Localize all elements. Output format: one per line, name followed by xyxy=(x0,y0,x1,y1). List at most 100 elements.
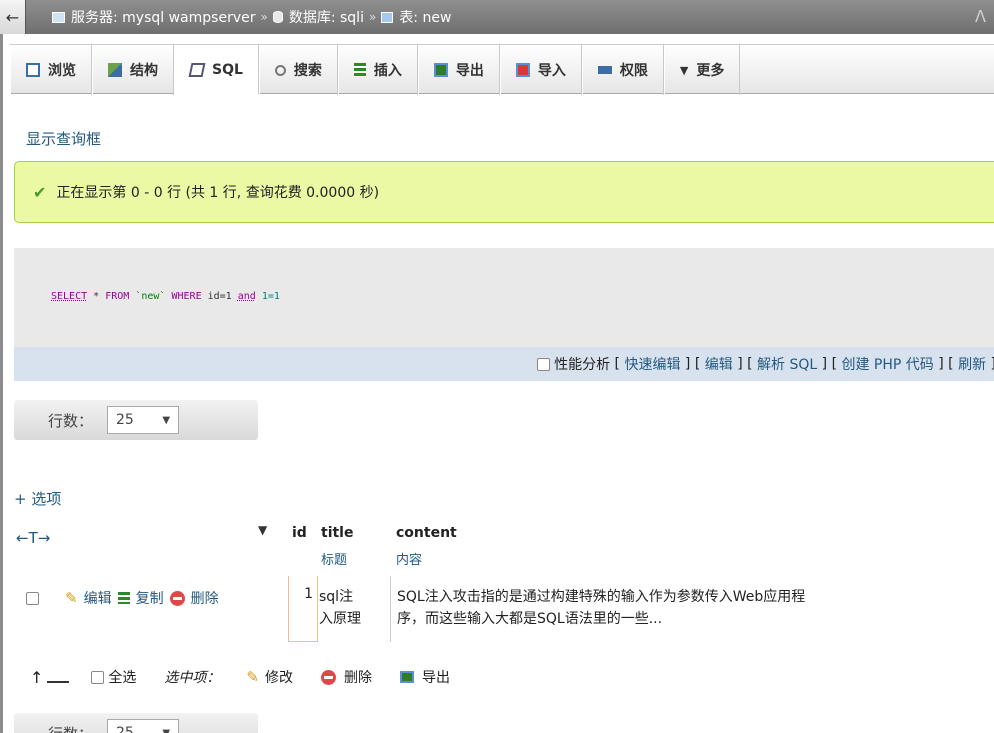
sql-query-box: SELECT * FROM `new` WHERE id=1 and 1=1 xyxy=(14,248,994,348)
back-arrow-icon[interactable]: ← xyxy=(0,0,26,34)
row-content-line-2: 序，而这些输入大都是SQL语法里的一些... xyxy=(397,611,663,627)
delete-icon[interactable] xyxy=(320,669,336,685)
sql-table-name: `new` xyxy=(135,291,166,302)
sql-query-text: SELECT * FROM `new` WHERE id=1 and 1=1 xyxy=(51,291,280,302)
column-resize-arrows-icon[interactable]: ←T→ xyxy=(16,529,50,547)
tab-export-label: 导出 xyxy=(455,63,484,79)
row-title-line-1: sql注 xyxy=(319,589,354,605)
tab-browse[interactable]: 浏览 xyxy=(10,45,92,95)
refresh-link[interactable]: 刷新 xyxy=(958,354,986,374)
left-border xyxy=(0,0,3,733)
sql-actions-bar: 性能分析 [ 快速编辑 ] [ 编辑 ] [ 解析 SQL ] [ 创建 PHP… xyxy=(14,347,994,381)
tab-import[interactable]: 导入 xyxy=(499,45,582,95)
pencil-icon[interactable]: ✎ xyxy=(246,668,259,686)
row-id-cell[interactable]: 1 xyxy=(288,576,318,642)
sql-keyword-select[interactable]: SELECT xyxy=(51,291,87,302)
tab-export[interactable]: 导出 xyxy=(417,45,500,95)
rows-per-page-select-bottom[interactable]: 25 ▼ xyxy=(107,719,180,733)
tab-privileges[interactable]: 权限 xyxy=(581,45,664,95)
breadcrumb-database-label: 数据库: sqli xyxy=(288,10,364,26)
arrow-tail xyxy=(47,671,70,683)
bulk-actions-bar: ↑ 全选 选中项： ✎ 修改 删除 导出 xyxy=(30,667,450,687)
privileges-icon xyxy=(597,66,612,74)
export-icon xyxy=(433,63,448,77)
table-row: ✎ 编辑 复制 删除 1 sql注 入原理 SQL注入攻击指的是通过构建特殊的输… xyxy=(14,576,994,644)
tab-import-label: 导入 xyxy=(537,63,566,79)
results-table-header: ←T→ ▼ id title 标题 content 内容 xyxy=(14,519,994,571)
row-edit-link[interactable]: 编辑 xyxy=(84,588,112,608)
bulk-modify-button[interactable]: 修改 xyxy=(265,667,293,687)
row-title-cell[interactable]: sql注 入原理 xyxy=(319,586,389,630)
server-icon xyxy=(52,11,65,23)
breadcrumb-server-label: 服务器: mysql wampserver xyxy=(71,10,256,26)
rows-label: 行数： xyxy=(48,411,94,430)
tab-bar: 浏览 结构 SQL 搜索 插入 导出 导入 权限 ▼ 更多 xyxy=(10,44,994,95)
tab-sql-label: SQL xyxy=(212,61,243,78)
sql-icon xyxy=(188,62,206,77)
column-header-id[interactable]: id xyxy=(292,525,307,541)
table-icon xyxy=(381,11,394,23)
column-header-title[interactable]: title xyxy=(321,525,353,541)
export-icon[interactable] xyxy=(399,671,414,683)
row-delete-link[interactable]: 删除 xyxy=(191,588,219,608)
tab-insert-label: 插入 xyxy=(373,63,402,79)
pencil-icon[interactable]: ✎ xyxy=(65,589,78,607)
bulk-export-button[interactable]: 导出 xyxy=(422,667,450,687)
database-icon xyxy=(272,11,283,23)
tab-search[interactable]: 搜索 xyxy=(258,45,338,95)
row-actions: ✎ 编辑 复制 删除 xyxy=(26,588,219,608)
tab-more[interactable]: ▼ 更多 xyxy=(663,45,741,95)
check-all-label[interactable]: 全选 xyxy=(108,667,136,687)
browse-icon xyxy=(26,63,40,77)
explain-sql-link[interactable]: 解析 SQL xyxy=(757,354,817,374)
breadcrumb-table-label: 表: new xyxy=(399,10,452,26)
edit-sql-link[interactable]: 编辑 xyxy=(705,354,733,374)
structure-icon xyxy=(108,63,122,77)
breadcrumb-bar: ← 服务器: mysql wampserver » 数据库: sqli » 表:… xyxy=(0,0,994,34)
rows-per-page-select[interactable]: 25 ▼ xyxy=(107,406,180,434)
sql-keyword-and[interactable]: and xyxy=(238,291,256,302)
sql-keyword-from: FROM xyxy=(105,291,130,302)
insert-icon xyxy=(353,63,366,77)
show-query-box-link[interactable]: 显示查询框 xyxy=(26,128,101,149)
row-copy-link[interactable]: 复制 xyxy=(136,588,164,608)
options-link[interactable]: + 选项 xyxy=(14,488,61,509)
rows-per-page-control-bottom: 行数： 25 ▼ xyxy=(14,713,258,733)
check-icon: ✔ xyxy=(33,182,47,202)
tab-insert[interactable]: 插入 xyxy=(337,45,418,95)
row-checkbox[interactable] xyxy=(26,591,39,605)
row-content-line-1: SQL注入攻击指的是通过构建特殊的输入作为参数传入Web应用程 xyxy=(397,589,806,605)
row-content-cell[interactable]: SQL注入攻击指的是通过构建特殊的输入作为参数传入Web应用程 序，而这些输入大… xyxy=(390,576,990,642)
with-selected-label: 选中项： xyxy=(164,670,221,686)
breadcrumb-separator: » xyxy=(368,10,377,24)
sql-condition-2: 1=1 xyxy=(261,291,280,302)
column-header-content[interactable]: content xyxy=(396,525,457,541)
collapse-icon[interactable]: ᐱ xyxy=(975,7,986,26)
bulk-delete-button[interactable]: 删除 xyxy=(344,667,372,687)
tab-structure[interactable]: 结构 xyxy=(92,45,174,95)
sort-dropdown-icon[interactable]: ▼ xyxy=(258,523,267,537)
rows-label: 行数： xyxy=(48,723,93,733)
check-all-checkbox[interactable] xyxy=(91,670,105,684)
delete-icon[interactable] xyxy=(169,590,185,606)
create-php-code-link[interactable]: 创建 PHP 代码 xyxy=(841,354,933,374)
column-comment-content: 内容 xyxy=(396,553,423,568)
sql-star: * xyxy=(93,291,100,302)
breadcrumb-table[interactable]: 表: new xyxy=(381,7,451,27)
search-icon xyxy=(274,64,286,76)
copy-icon[interactable] xyxy=(117,592,130,604)
sql-condition-1: id=1 xyxy=(207,291,232,302)
quick-edit-link[interactable]: 快速编辑 xyxy=(624,354,680,374)
breadcrumb-server[interactable]: 服务器: mysql wampserver xyxy=(52,7,255,27)
tab-more-label: 更多 xyxy=(696,63,725,79)
profiling-label: 性能分析 xyxy=(554,357,611,373)
rows-select-value: 25 xyxy=(116,412,134,428)
tab-sql[interactable]: SQL xyxy=(174,45,259,95)
import-icon xyxy=(515,63,530,77)
tab-structure-label: 结构 xyxy=(130,63,158,79)
breadcrumb-database[interactable]: 数据库: sqli xyxy=(272,7,364,27)
tab-search-label: 搜索 xyxy=(293,63,322,79)
profiling-checkbox[interactable] xyxy=(537,357,551,371)
chevron-down-icon: ▼ xyxy=(162,727,171,733)
breadcrumb-separator: » xyxy=(260,10,268,24)
